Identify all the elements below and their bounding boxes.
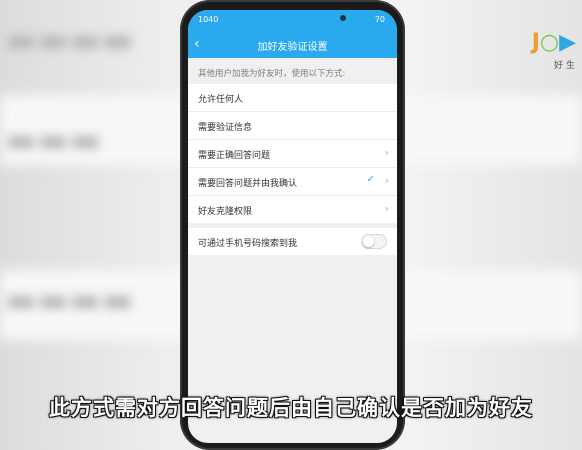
phone-search-row: 可通过手机号码搜索到我 bbox=[188, 228, 397, 255]
status-time: 1040 bbox=[198, 15, 219, 24]
option-label: 好友克隆权限 bbox=[198, 207, 253, 217]
phone-screen: 1040 70 ‹ 加好友验证设置 其他用户加我为好友时，使用以下方式: 允许任… bbox=[188, 10, 397, 443]
phone-frame: 1040 70 ‹ 加好友验证设置 其他用户加我为好友时，使用以下方式: 允许任… bbox=[180, 0, 405, 450]
video-caption: 此方式需对方回答问题后由自己确认是否加为好友 bbox=[49, 396, 533, 420]
option-allow-anyone[interactable]: 允许任何人 bbox=[188, 84, 397, 112]
logo-mark-icon: J○▶ bbox=[531, 30, 576, 55]
option-require-verification[interactable]: 需要验证信息 bbox=[188, 112, 397, 140]
phone-search-label: 可通过手机号码搜索到我 bbox=[198, 239, 298, 249]
brand-logo: J○▶ 好生 bbox=[532, 30, 582, 74]
option-label: 需要回答问题并由我确认 bbox=[198, 179, 298, 189]
toggle-knob bbox=[363, 236, 374, 247]
chevron-right-icon: › bbox=[384, 146, 389, 159]
option-friend-clone-permission[interactable]: 好友克隆权限 › bbox=[188, 196, 397, 223]
background-blur-text: ▬▬▬▬ bbox=[5, 20, 134, 60]
phone-search-toggle[interactable] bbox=[361, 234, 387, 249]
chevron-right-icon: › bbox=[384, 202, 389, 215]
battery-level: 70 bbox=[374, 15, 385, 24]
nav-bar: ‹ 加好友验证设置 bbox=[188, 32, 397, 58]
section-hint: 其他用户加我为好友时，使用以下方式: bbox=[198, 69, 346, 79]
status-bar: 1040 70 bbox=[188, 10, 397, 32]
checkmark-icon: ✓ bbox=[366, 174, 375, 185]
option-correct-answer[interactable]: 需要正确回答问题 › bbox=[188, 140, 397, 168]
front-camera-icon bbox=[340, 15, 346, 21]
option-answer-and-confirm[interactable]: 需要回答问题并由我确认 ✓ › bbox=[188, 168, 397, 196]
page-title: 加好友验证设置 bbox=[257, 42, 328, 53]
option-label: 需要验证信息 bbox=[198, 123, 253, 133]
phone-search-group: 可通过手机号码搜索到我 bbox=[188, 228, 397, 255]
background-blur-text: ▬▬▬▬ bbox=[5, 280, 134, 320]
option-label: 允许任何人 bbox=[198, 95, 244, 105]
background-blur-text: ▬▬▬ bbox=[5, 120, 102, 160]
option-label: 需要正确回答问题 bbox=[198, 151, 271, 161]
chevron-right-icon: › bbox=[384, 174, 389, 187]
logo-text: 好生 bbox=[553, 61, 578, 71]
verification-options: 允许任何人 需要验证信息 需要正确回答问题 › 需要回答问题并由我确认 ✓ › … bbox=[188, 84, 397, 223]
